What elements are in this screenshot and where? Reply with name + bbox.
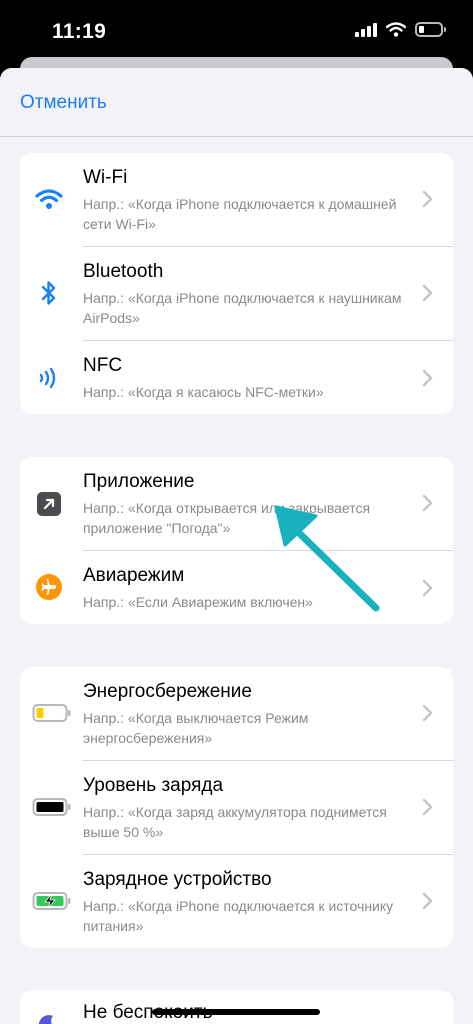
chevron-right-icon — [422, 494, 433, 512]
cancel-button[interactable]: Отменить — [20, 92, 107, 114]
trigger-sheet: Отменить Wi-Fi Напр.: «Когда iPhone подк… — [0, 68, 473, 1024]
charging-battery-icon — [32, 886, 72, 916]
row-title: Wi-Fi — [83, 167, 128, 188]
row-title: Уровень заряда — [83, 775, 224, 796]
row-subtitle: Напр.: «Когда iPhone подключается к дома… — [83, 196, 397, 232]
list-item-bluetooth[interactable]: Bluetooth Напр.: «Когда iPhone подключае… — [20, 247, 453, 340]
row-title: Зарядное устройство — [83, 869, 272, 890]
row-title: Энергосбережение — [83, 681, 252, 702]
row-subtitle: Напр.: «Если Авиарежим включен» — [83, 594, 313, 610]
home-indicator[interactable] — [152, 1009, 320, 1015]
status-icons — [355, 22, 446, 37]
chevron-right-icon — [422, 704, 433, 722]
row-subtitle: Напр.: «Когда iPhone подключается к науш… — [83, 290, 402, 326]
chevron-right-icon — [422, 798, 433, 816]
row-subtitle: Напр.: «Когда iPhone подключается к исто… — [83, 898, 394, 934]
chevron-right-icon — [422, 369, 433, 387]
list-item-do-not-disturb[interactable]: Не беспокоить — [20, 990, 453, 1024]
battery-group: Энергосбережение Напр.: «Когда выключает… — [20, 667, 453, 948]
row-subtitle: Напр.: «Когда выключается Режим энергосб… — [83, 710, 309, 746]
airplane-icon — [34, 572, 64, 602]
chevron-right-icon — [422, 579, 433, 597]
row-subtitle: Напр.: «Когда я касаюсь NFC-метки» — [83, 384, 324, 400]
focus-group: Не беспокоить — [20, 990, 453, 1024]
list-item-app[interactable]: Приложение Напр.: «Когда открывается или… — [20, 457, 453, 550]
row-title: Bluetooth — [83, 261, 164, 282]
row-subtitle: Напр.: «Когда заряд аккумулятора подниме… — [83, 804, 387, 840]
list-item-charger[interactable]: Зарядное устройство Напр.: «Когда iPhone… — [20, 855, 453, 948]
app-arrow-icon — [34, 489, 64, 519]
wifi-status-icon — [386, 22, 406, 37]
wifi-icon — [34, 184, 64, 214]
cellular-signal-icon — [355, 22, 377, 37]
list-item-airplane[interactable]: Авиарежим Напр.: «Если Авиарежим включен… — [20, 551, 453, 624]
list-item-battery-level[interactable]: Уровень заряда Напр.: «Когда заряд аккум… — [20, 761, 453, 854]
battery-status-icon — [415, 22, 446, 37]
low-power-battery-icon — [32, 698, 72, 728]
chevron-right-icon — [422, 892, 433, 910]
connectivity-group: Wi-Fi Напр.: «Когда iPhone подключается … — [20, 153, 453, 414]
chevron-right-icon — [422, 284, 433, 302]
status-bar: 11:19 — [0, 0, 473, 62]
nfc-icon — [34, 363, 64, 393]
chevron-right-icon — [422, 190, 433, 208]
row-title: Приложение — [83, 471, 195, 492]
moon-icon — [34, 1010, 64, 1024]
row-subtitle: Напр.: «Когда открывается или закрываетс… — [83, 500, 371, 536]
row-title: NFC — [83, 355, 123, 376]
battery-level-icon — [32, 792, 72, 822]
list-item-low-power[interactable]: Энергосбережение Напр.: «Когда выключает… — [20, 667, 453, 760]
row-title: Авиарежим — [83, 565, 185, 586]
status-time: 11:19 — [52, 20, 107, 43]
list-item-nfc[interactable]: NFC Напр.: «Когда я касаюсь NFC-метки» — [20, 341, 453, 414]
sheet-header: Отменить — [0, 68, 473, 137]
app-airplane-group: Приложение Напр.: «Когда открывается или… — [20, 457, 453, 624]
bluetooth-icon — [34, 278, 64, 308]
list-item-wifi[interactable]: Wi-Fi Напр.: «Когда iPhone подключается … — [20, 153, 453, 246]
